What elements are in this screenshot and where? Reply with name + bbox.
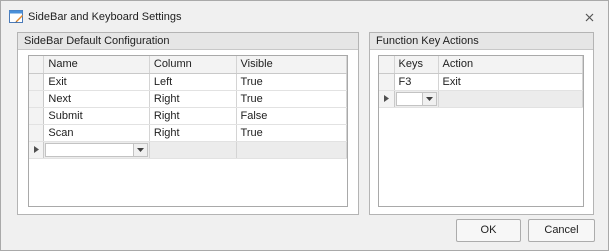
cell-visible[interactable]: False xyxy=(236,107,348,125)
sidebar-config-group-title: SideBar Default Configuration xyxy=(18,33,358,50)
cell-keys[interactable]: F3 xyxy=(394,73,439,91)
cell-visible[interactable]: True xyxy=(236,73,348,91)
cell-column[interactable]: Left xyxy=(149,73,237,91)
cell-column[interactable]: Right xyxy=(149,90,237,108)
column-header-name[interactable]: Name xyxy=(43,56,150,74)
cell-visible[interactable]: True xyxy=(236,90,348,108)
new-row-indicator[interactable] xyxy=(379,90,395,108)
row-indicator-header xyxy=(29,56,45,74)
row-indicator[interactable] xyxy=(29,90,45,108)
new-row-visible-cell[interactable] xyxy=(236,141,348,159)
new-row-keys-editor[interactable] xyxy=(394,90,439,108)
sidebar-config-group: SideBar Default Configuration Name Colum… xyxy=(17,32,359,215)
column-header-visible[interactable]: Visible xyxy=(236,56,348,74)
table-row[interactable]: Exit Left True xyxy=(29,73,348,91)
table-row[interactable]: Scan Right True xyxy=(29,124,348,142)
close-button[interactable] xyxy=(581,9,597,25)
new-row-name-editor[interactable] xyxy=(43,141,150,159)
title-bar: SideBar and Keyboard Settings xyxy=(1,1,608,33)
window-title: SideBar and Keyboard Settings xyxy=(28,11,182,23)
new-row-indicator[interactable] xyxy=(29,141,45,159)
function-key-group-title: Function Key Actions xyxy=(370,33,593,50)
chevron-down-icon xyxy=(425,96,433,101)
table-row[interactable]: Submit Right False xyxy=(29,107,348,125)
settings-window-icon xyxy=(9,9,24,24)
new-row[interactable] xyxy=(29,141,348,159)
function-key-group: Function Key Actions Keys Action F3 Exit xyxy=(369,32,594,215)
keys-dropdown-button[interactable] xyxy=(421,92,436,105)
cell-column[interactable]: Right xyxy=(149,107,237,125)
row-indicator[interactable] xyxy=(379,73,395,91)
column-header-action[interactable]: Action xyxy=(438,56,583,74)
column-header-keys[interactable]: Keys xyxy=(394,56,439,74)
new-row-arrow-icon xyxy=(33,146,39,153)
ok-button[interactable]: OK xyxy=(456,219,521,242)
row-indicator[interactable] xyxy=(29,73,45,91)
new-row-arrow-icon xyxy=(383,95,389,102)
cancel-button[interactable]: Cancel xyxy=(528,219,595,242)
cell-name[interactable]: Scan xyxy=(43,124,150,142)
cell-name[interactable]: Next xyxy=(43,90,150,108)
name-dropdown[interactable] xyxy=(45,142,148,157)
new-row-column-cell[interactable] xyxy=(149,141,237,159)
table-row[interactable]: Next Right True xyxy=(29,90,348,108)
chevron-down-icon xyxy=(136,147,144,152)
cell-action[interactable]: Exit xyxy=(438,73,583,91)
cell-name[interactable]: Exit xyxy=(43,73,150,91)
table-row[interactable]: F3 Exit xyxy=(379,73,583,91)
function-key-grid[interactable]: Keys Action F3 Exit xyxy=(378,55,584,207)
row-indicator[interactable] xyxy=(29,107,45,125)
row-indicator[interactable] xyxy=(29,124,45,142)
sidebar-config-grid[interactable]: Name Column Visible Exit Left True Next xyxy=(28,55,348,207)
grid-header-row: Keys Action xyxy=(379,56,583,74)
keys-dropdown[interactable] xyxy=(395,91,437,106)
cell-visible[interactable]: True xyxy=(236,124,348,142)
name-dropdown-button[interactable] xyxy=(132,143,147,156)
settings-dialog: SideBar and Keyboard Settings SideBar De… xyxy=(0,0,609,251)
cell-column[interactable]: Right xyxy=(149,124,237,142)
row-indicator-header xyxy=(379,56,395,74)
close-icon xyxy=(585,13,593,21)
cell-name[interactable]: Submit xyxy=(43,107,150,125)
new-row[interactable] xyxy=(379,90,583,108)
new-row-action-cell[interactable] xyxy=(438,90,583,108)
grid-header-row: Name Column Visible xyxy=(29,56,348,74)
column-header-column[interactable]: Column xyxy=(149,56,237,74)
